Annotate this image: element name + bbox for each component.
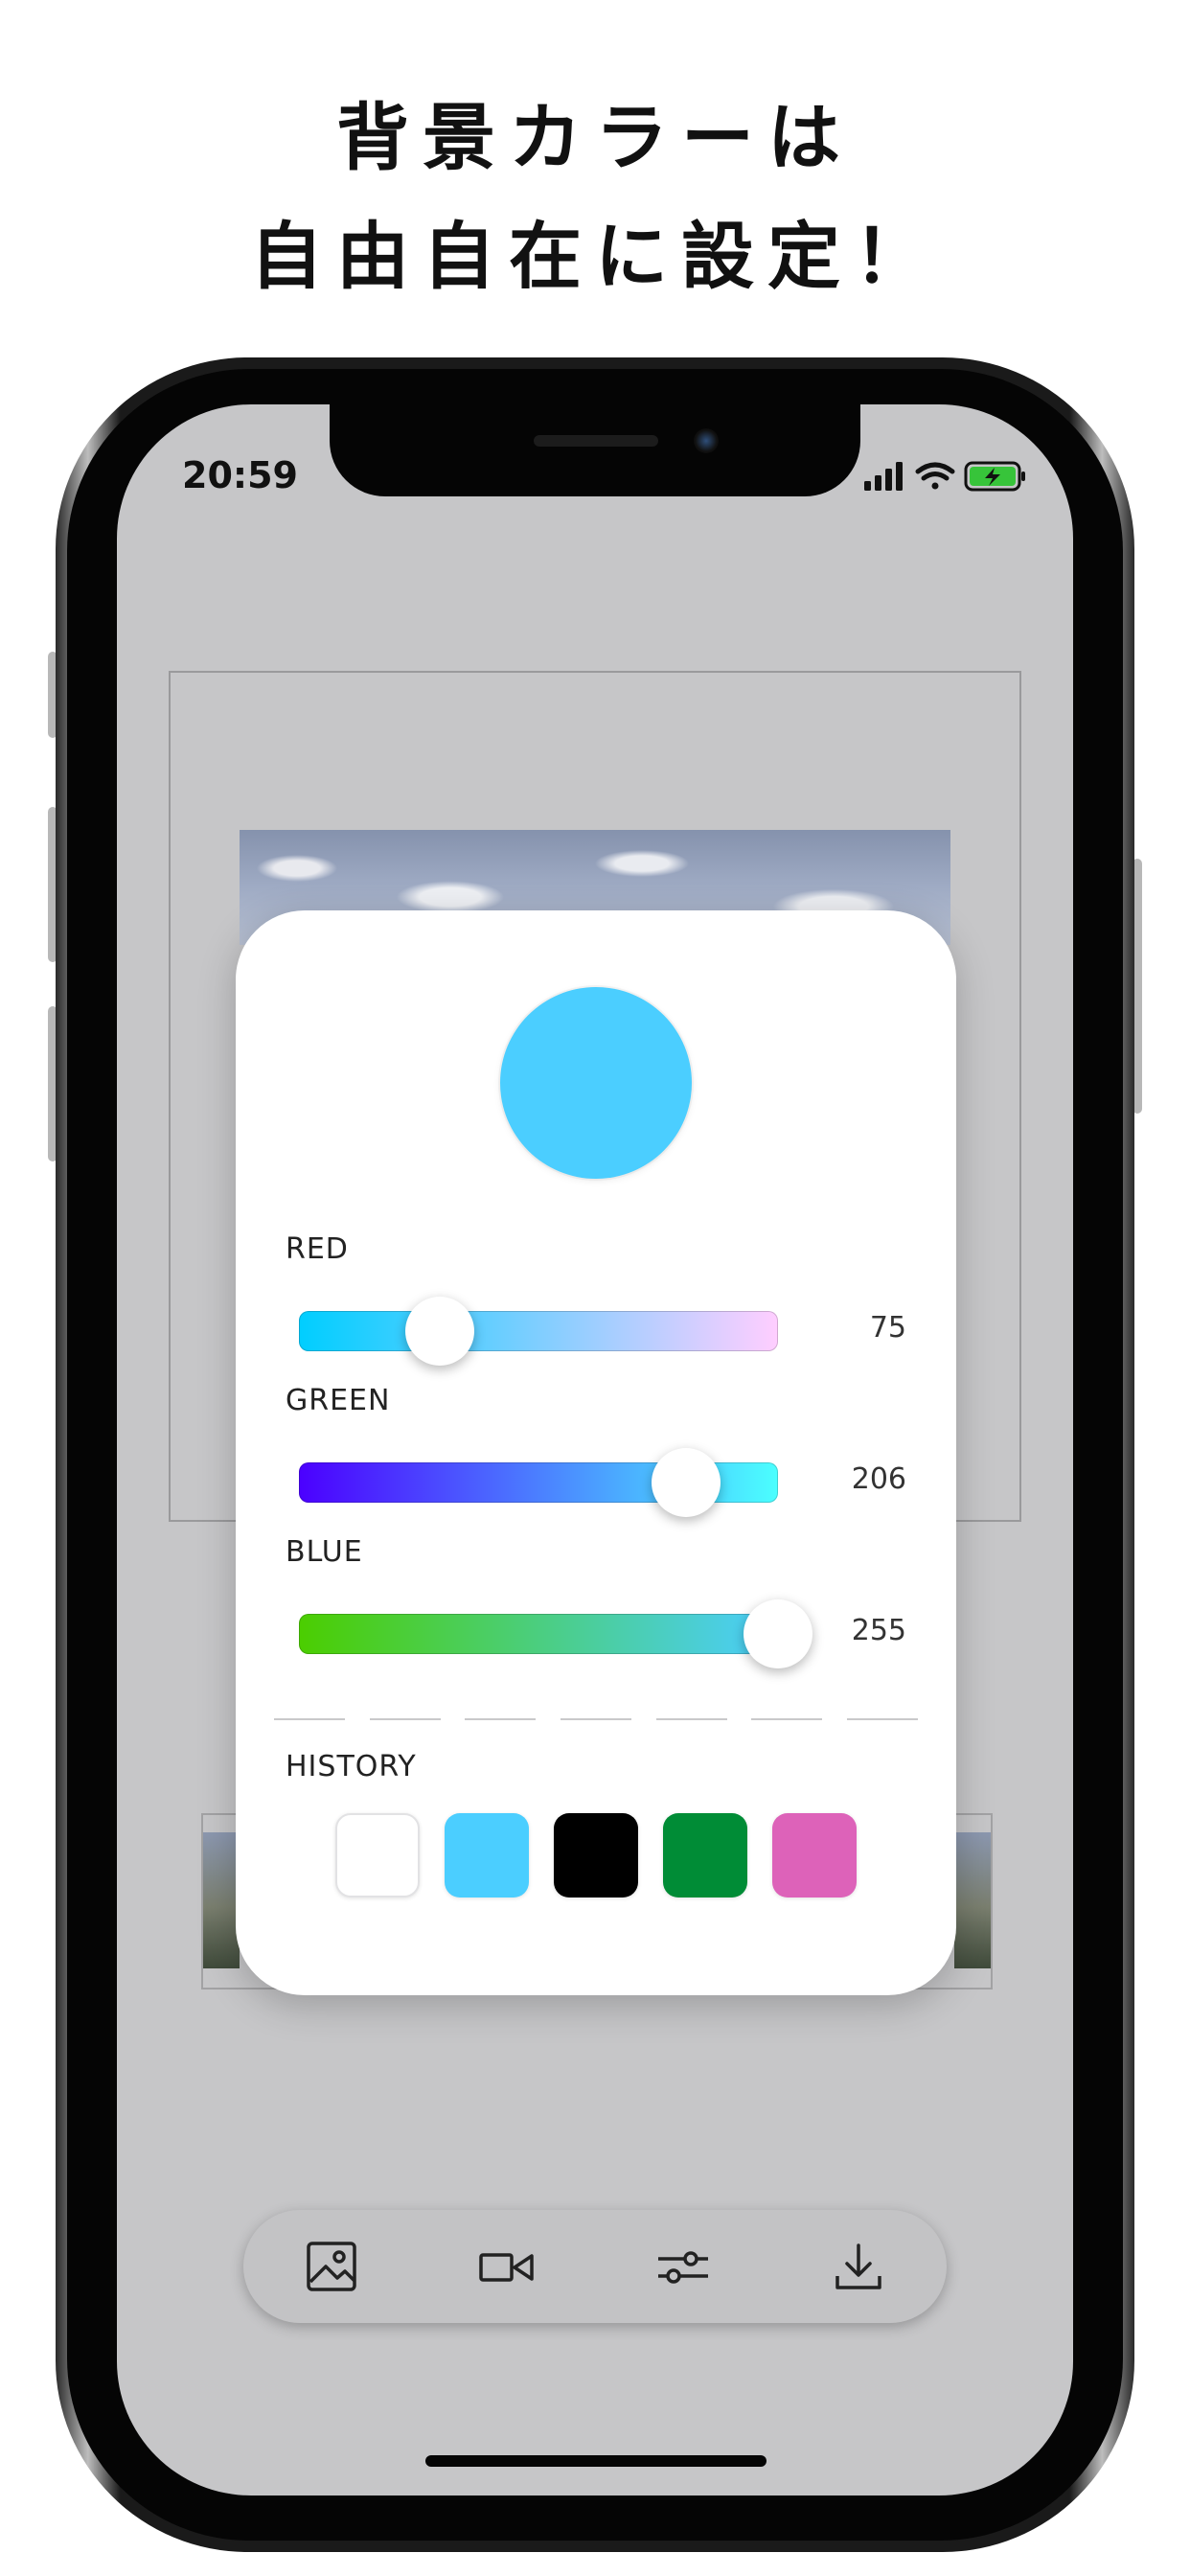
red-slider-thumb[interactable] xyxy=(405,1297,474,1366)
blue-slider[interactable] xyxy=(299,1599,812,1668)
history-swatch[interactable] xyxy=(335,1813,420,1898)
video-icon xyxy=(479,2253,534,2282)
earpiece-speaker xyxy=(534,435,658,447)
home-indicator[interactable] xyxy=(425,2455,767,2467)
wifi-icon xyxy=(915,462,955,490)
blue-value: 255 xyxy=(851,1614,906,1647)
color-preview xyxy=(500,987,692,1179)
history-swatches xyxy=(335,1813,857,1898)
headline-line-1: 背景カラーは xyxy=(336,95,854,180)
image-icon xyxy=(307,2242,356,2291)
image-button[interactable] xyxy=(297,2232,366,2301)
strip-thumbnail-right[interactable] xyxy=(954,1832,991,1968)
history-swatch[interactable] xyxy=(772,1813,857,1898)
color-picker-panel: RED 75 GREEN 206 BLUE 255 HISTORY xyxy=(236,910,956,1995)
red-slider[interactable] xyxy=(299,1297,778,1366)
history-swatch[interactable] xyxy=(445,1813,529,1898)
status-time: 20:59 xyxy=(182,454,298,496)
video-button[interactable] xyxy=(472,2232,541,2301)
history-swatch[interactable] xyxy=(554,1813,638,1898)
front-camera xyxy=(694,428,719,453)
red-value: 75 xyxy=(869,1311,906,1345)
blue-label: BLUE xyxy=(286,1535,363,1569)
blue-slider-thumb[interactable] xyxy=(744,1599,812,1668)
phone-screen: 20:59 RED 75 GREEN 206 BLUE 255 HISTORY xyxy=(117,404,1073,2496)
notch xyxy=(330,404,860,496)
history-swatch[interactable] xyxy=(663,1813,747,1898)
signal-icon xyxy=(864,462,903,491)
download-icon xyxy=(835,2243,881,2289)
headline-line-2: 自由自在に設定！ xyxy=(250,214,940,299)
green-slider-thumb[interactable] xyxy=(652,1448,721,1517)
green-value: 206 xyxy=(851,1462,906,1496)
sliders-icon xyxy=(657,2251,708,2284)
green-slider[interactable] xyxy=(299,1448,778,1517)
history-label: HISTORY xyxy=(286,1750,417,1783)
green-label: GREEN xyxy=(286,1384,391,1417)
status-icons xyxy=(862,456,1035,494)
separator xyxy=(274,1718,918,1722)
adjust-button[interactable] xyxy=(649,2232,718,2301)
download-button[interactable] xyxy=(824,2232,893,2301)
strip-thumbnail-left[interactable] xyxy=(203,1832,240,1968)
battery-charging-icon xyxy=(964,461,1025,492)
red-label: RED xyxy=(286,1232,349,1266)
bottom-toolbar xyxy=(243,2210,947,2323)
